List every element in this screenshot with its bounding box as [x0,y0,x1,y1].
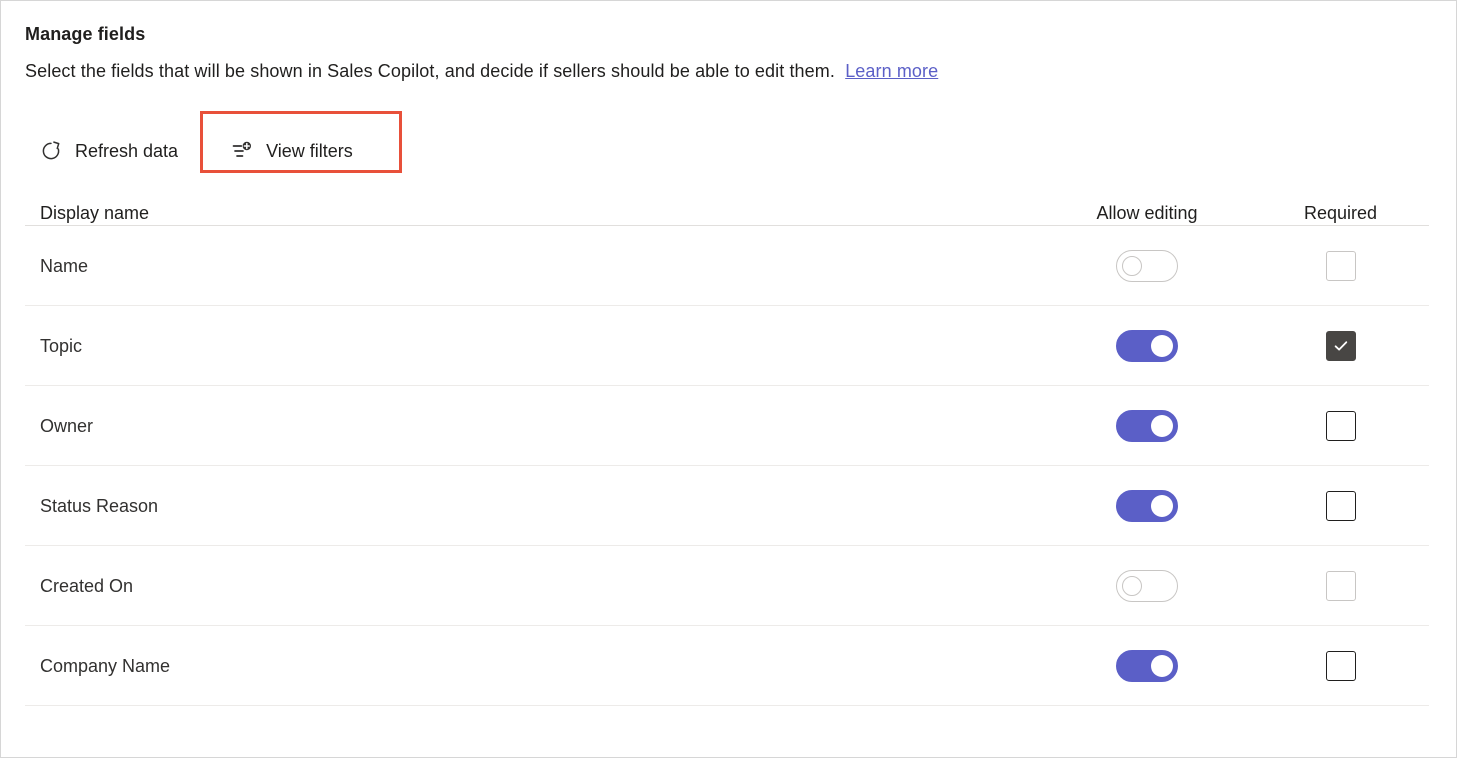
column-header-required-label: Required [1303,203,1378,223]
view-filters-highlight-wrapper: View filters [200,111,403,174]
page-title: Manage fields [25,24,146,44]
field-display-name: Topic [40,335,83,356]
toggle-knob [1151,654,1173,677]
cell-allow-editing [1042,649,1252,682]
page-description-text: Select the fields that will be shown in … [25,61,835,81]
cell-required [1252,650,1429,681]
cell-allow-editing [1042,409,1252,442]
field-display-name: Status Reason [40,495,159,516]
column-header-display-name-label: Display name [40,203,150,223]
table-row: Created On [25,546,1429,626]
toggle-knob [1122,255,1142,276]
cell-display-name: Name [25,254,1042,278]
table-row: Status Reason [25,466,1429,546]
cell-display-name: Topic [25,334,1042,358]
cell-display-name: Company Name [25,654,1042,678]
checkmark-icon [1334,340,1347,350]
toggle-knob [1122,575,1142,596]
allow-editing-toggle [1116,569,1178,602]
required-checkbox [1325,570,1356,601]
refresh-icon [39,139,63,163]
manage-fields-panel: Manage fields Select the fields that wil… [0,0,1457,758]
filter-add-icon [230,139,254,163]
table-row: Topic [25,306,1429,386]
toggle-knob [1151,414,1173,437]
view-filters-label: View filters [266,141,353,161]
required-checkbox[interactable] [1325,490,1356,521]
learn-more-link[interactable]: Learn more [845,61,938,81]
cell-display-name: Status Reason [25,494,1042,518]
table-row: Name [25,226,1429,306]
command-bar: Refresh data View filters [1,111,1456,184]
table-body: Name Topic Owner Status Reason Created On Com… [25,226,1429,706]
allow-editing-toggle[interactable] [1116,489,1178,522]
allow-editing-toggle [1116,249,1178,282]
cell-required [1252,330,1429,361]
cell-display-name: Owner [25,414,1042,438]
cell-allow-editing [1042,489,1252,522]
required-checkbox[interactable] [1325,410,1356,441]
table-row: Company Name [25,626,1429,706]
allow-editing-toggle[interactable] [1116,409,1178,442]
cell-allow-editing [1042,569,1252,602]
toggle-knob [1151,334,1173,357]
required-checkbox[interactable] [1325,330,1356,361]
field-display-name: Owner [40,415,94,436]
cell-display-name: Created On [25,574,1042,598]
cell-allow-editing [1042,249,1252,282]
field-display-name: Created On [40,575,134,596]
allow-editing-toggle[interactable] [1116,329,1178,362]
required-checkbox[interactable] [1325,650,1356,681]
cell-required [1252,490,1429,521]
table-row: Owner [25,386,1429,466]
field-display-name: Name [40,255,89,276]
refresh-data-button[interactable]: Refresh data [25,128,192,174]
required-checkbox [1325,250,1356,281]
field-display-name: Company Name [40,655,171,676]
cell-required [1252,250,1429,281]
allow-editing-toggle[interactable] [1116,649,1178,682]
column-header-allow-editing-label: Allow editing [1096,203,1198,223]
column-header-display-name: Display name [25,201,1042,225]
refresh-data-label: Refresh data [75,141,179,161]
cell-required [1252,410,1429,441]
column-header-required: Required [1252,201,1429,225]
column-header-allow-editing: Allow editing [1042,201,1252,225]
cell-required [1252,570,1429,601]
view-filters-button[interactable]: View filters [216,128,367,174]
toggle-knob [1151,494,1173,517]
page-header: Manage fields Select the fields that wil… [1,1,1456,84]
page-description: Select the fields that will be shown in … [25,58,1456,84]
table-header-row: Display name Allow editing Required [25,184,1429,226]
fields-table: Display name Allow editing Required Name… [25,184,1429,706]
cell-allow-editing [1042,329,1252,362]
